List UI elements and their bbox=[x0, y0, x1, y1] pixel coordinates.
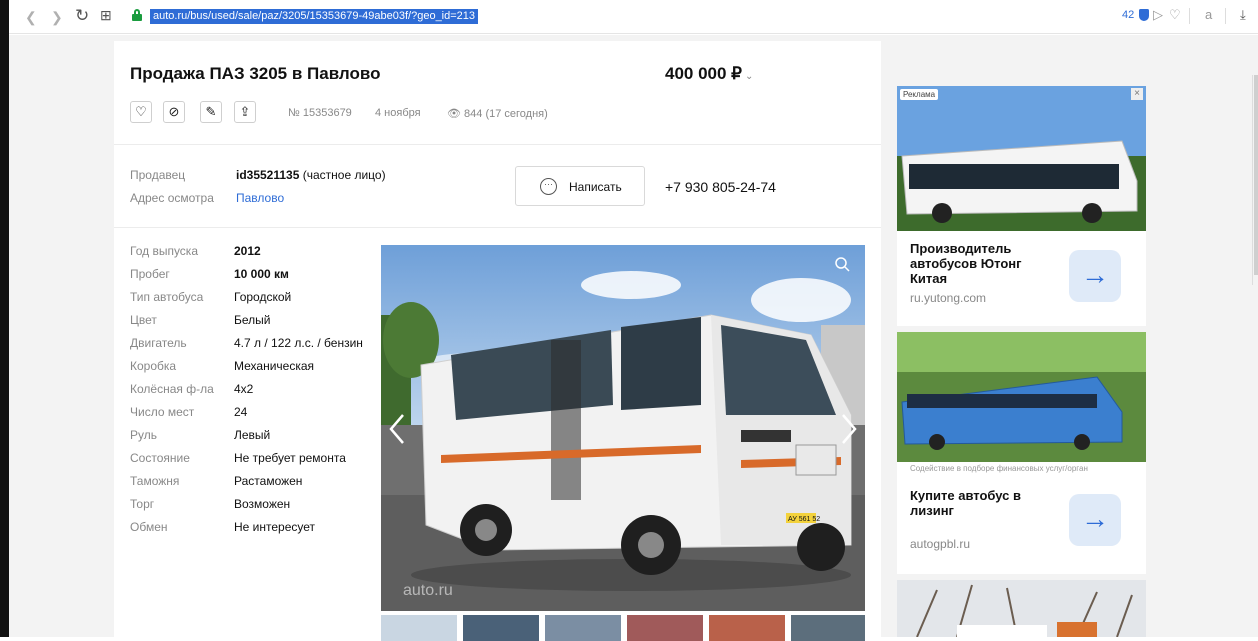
photo-thumbnails bbox=[381, 615, 865, 641]
back-icon[interactable]: ❮ bbox=[25, 9, 37, 26]
address-label: Адрес осмотра bbox=[130, 191, 214, 205]
favorite-icon[interactable]: ♡ bbox=[1169, 7, 1181, 23]
scrollbar-thumb[interactable] bbox=[1254, 75, 1258, 275]
spec-value: 24 bbox=[234, 405, 248, 419]
spec-label: Обмен bbox=[130, 520, 168, 534]
hide-button[interactable]: ⊘ bbox=[163, 101, 185, 123]
window-edge bbox=[0, 0, 9, 637]
main-photo[interactable]: auto.ru АУ 561 52 bbox=[381, 245, 865, 611]
address-bar[interactable]: auto.ru/bus/used/sale/paz/3205/15353679-… bbox=[150, 9, 479, 24]
ad-panel: Содействие в подборе финансовых услуг/ор… bbox=[897, 462, 1146, 574]
spec-label: Коробка bbox=[130, 359, 177, 373]
listing-date: 4 ноября bbox=[375, 107, 421, 119]
share-icon[interactable]: ▷ bbox=[1153, 7, 1163, 23]
seller-name: id35521135 (частное лицо) bbox=[236, 168, 386, 182]
forward-icon[interactable]: ❯ bbox=[51, 9, 63, 26]
spec-value: Возможен bbox=[234, 497, 291, 511]
chevron-down-icon: ⌄ bbox=[745, 71, 754, 82]
spec-label: Колёсная ф-ла bbox=[130, 382, 214, 396]
spec-label: Состояние bbox=[130, 451, 190, 465]
spec-label: Двигатель bbox=[130, 336, 187, 350]
ad-label: Реклама bbox=[900, 89, 939, 100]
share-button[interactable]: ⇪ bbox=[234, 101, 256, 123]
eye-icon: 👁 bbox=[447, 108, 461, 120]
arrow-right-icon[interactable]: → bbox=[1069, 494, 1121, 546]
thumbnail[interactable] bbox=[627, 615, 703, 641]
download-icon[interactable]: ⤓ bbox=[1240, 7, 1246, 23]
views-count: 👁 844 (17 сегодня) bbox=[447, 108, 548, 120]
spec-label: Тип автобуса bbox=[130, 290, 204, 304]
write-message-button[interactable]: ··· Написать bbox=[515, 166, 645, 206]
license-plate: АУ 561 52 bbox=[788, 516, 820, 523]
spec-value: 4x2 bbox=[234, 382, 254, 396]
spec-value: Механическая bbox=[234, 359, 315, 373]
note-button[interactable]: ✎ bbox=[200, 101, 222, 123]
ad-image bbox=[897, 86, 1146, 231]
thumbnail[interactable] bbox=[381, 615, 457, 641]
thumbnail[interactable] bbox=[463, 615, 539, 641]
adblock-counter: 42 bbox=[1122, 9, 1135, 21]
spec-label: Цвет bbox=[130, 313, 157, 327]
chat-icon: ··· bbox=[540, 178, 557, 195]
ad-panel: Производитель автобусов Ютонг Китая ru.y… bbox=[897, 231, 1146, 326]
listing-title: Продажа ПАЗ 3205 в Павлово bbox=[130, 64, 381, 83]
thumbnail[interactable] bbox=[791, 615, 865, 641]
spec-value: 10 000 км bbox=[234, 267, 289, 281]
thumbnail[interactable] bbox=[545, 615, 621, 641]
ad-third[interactable] bbox=[897, 580, 1146, 637]
listing-id: № 15353679 bbox=[288, 107, 352, 119]
spec-value: 4.7 л / 122 л.с. / бензин bbox=[234, 336, 363, 350]
spec-label: Год выпуска bbox=[130, 244, 198, 258]
spec-value: Белый bbox=[234, 313, 271, 327]
page: Продажа ПАЗ 3205 в Павлово 400 000 ₽ ⌄ ♡ … bbox=[9, 35, 1258, 641]
spec-label: Таможня bbox=[130, 474, 180, 488]
shield-icon[interactable] bbox=[1139, 9, 1149, 21]
ad-disclaimer: Содействие в подборе финансовых услуг/ор… bbox=[910, 464, 1088, 473]
spec-value: Не интересует bbox=[234, 520, 316, 534]
close-icon[interactable]: × bbox=[1131, 88, 1143, 100]
seller-phone[interactable]: +7 930 805-24-74 bbox=[665, 179, 776, 195]
watermark-text: auto.ru bbox=[403, 582, 453, 599]
favorite-button[interactable]: ♡ bbox=[130, 101, 152, 123]
spec-label: Торг bbox=[130, 497, 155, 511]
spec-label: Руль bbox=[130, 428, 157, 442]
ad-image bbox=[897, 332, 1146, 462]
spec-value: 2012 bbox=[234, 244, 261, 258]
spec-label: Пробег bbox=[130, 267, 170, 281]
lock-icon bbox=[132, 9, 142, 21]
ad-title[interactable]: Купите автобус в лизинг bbox=[910, 488, 1030, 518]
ad-leasing[interactable]: Содействие в подборе финансовых услуг/ор… bbox=[897, 332, 1146, 574]
spec-value: Городской bbox=[234, 290, 292, 304]
ad-yutong[interactable]: Реклама × Производитель автобусов Ютонг … bbox=[897, 86, 1146, 326]
listing-card: Продажа ПАЗ 3205 в Павлово 400 000 ₽ ⌄ ♡ … bbox=[114, 41, 881, 641]
ad-title[interactable]: Производитель автобусов Ютонг Китая bbox=[910, 241, 1060, 286]
spec-value: Растаможен bbox=[234, 474, 303, 488]
scrollbar[interactable] bbox=[1252, 75, 1258, 285]
tabs-grid-icon[interactable]: ⊞ bbox=[100, 7, 112, 24]
reload-icon[interactable]: ↻ bbox=[75, 6, 89, 26]
thumbnail[interactable] bbox=[709, 615, 785, 641]
translate-icon[interactable]: a bbox=[1205, 7, 1212, 22]
ad-domain[interactable]: ru.yutong.com bbox=[910, 291, 986, 305]
browser-toolbar: ❮ ❯ ↻ ⊞ auto.ru/bus/used/sale/paz/3205/1… bbox=[9, 0, 1258, 34]
listing-price[interactable]: 400 000 ₽ ⌄ bbox=[665, 64, 753, 84]
ad-domain[interactable]: autogpbl.ru bbox=[910, 537, 970, 551]
spec-value: Левый bbox=[234, 428, 271, 442]
arrow-right-icon[interactable]: → bbox=[1069, 250, 1121, 302]
spec-label: Число мест bbox=[130, 405, 195, 419]
spec-value: Не требует ремонта bbox=[234, 451, 346, 465]
seller-label: Продавец bbox=[130, 168, 186, 182]
address-link[interactable]: Павлово bbox=[236, 191, 284, 205]
